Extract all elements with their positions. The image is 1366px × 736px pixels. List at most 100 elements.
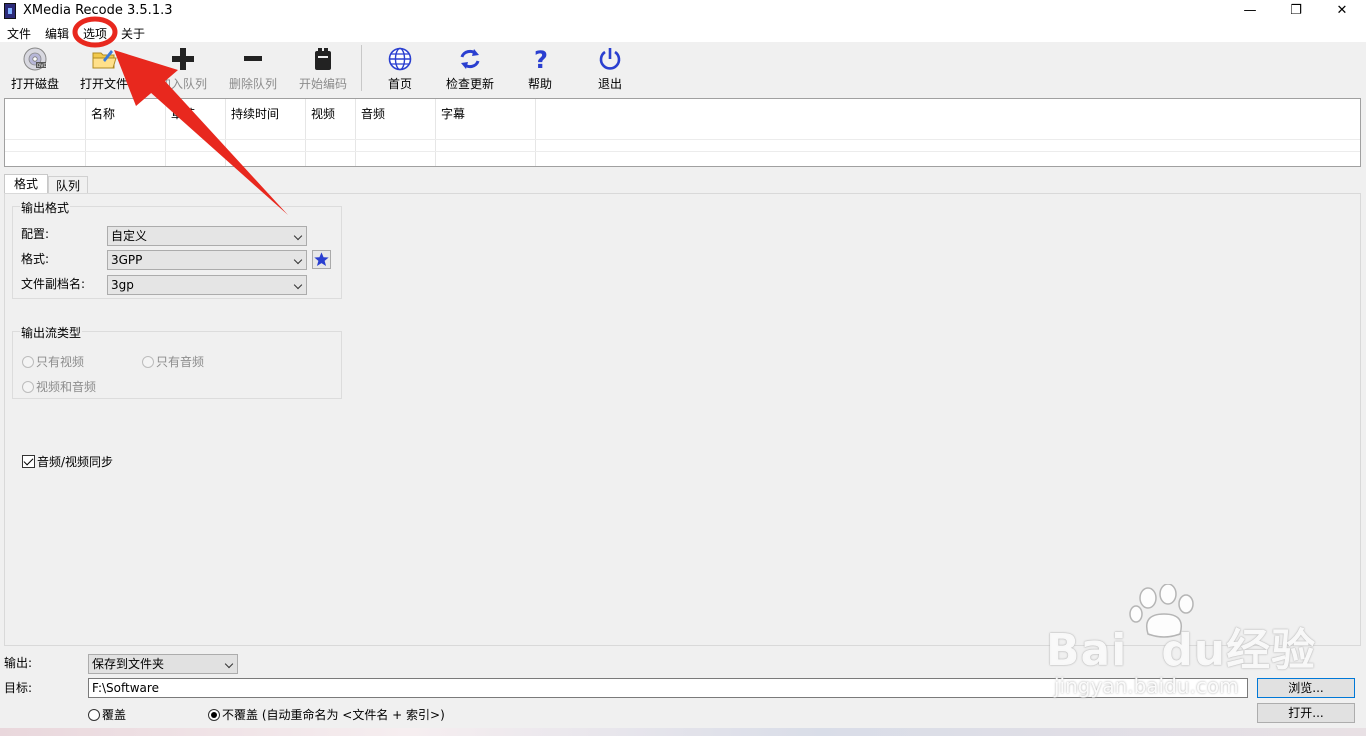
add-to-queue-button[interactable]: 加入队列 (148, 43, 218, 93)
chevron-down-icon (224, 659, 234, 669)
maximize-button[interactable]: ❐ (1273, 0, 1319, 22)
minus-icon (244, 56, 262, 61)
no-overwrite-label: 不覆盖 (自动重命名为 <文件名 + 索引>) (222, 708, 445, 722)
add-to-queue-label: 加入队列 (158, 77, 207, 91)
video-only-label: 只有视频 (36, 355, 85, 369)
output-label: 输出: (4, 656, 33, 670)
list-row-divider (5, 139, 1360, 140)
menu-edit[interactable]: 编辑 (45, 25, 69, 42)
watermark-chinese: 经验 (1226, 625, 1317, 676)
target-label: 目标: (4, 681, 33, 695)
encode-icon (315, 48, 331, 70)
column-header-name: 名称 (91, 107, 116, 121)
format-value: 3GPP (111, 253, 143, 267)
help-label: 帮助 (527, 77, 552, 91)
homepage-button[interactable]: 首页 (365, 43, 435, 93)
profile-label: 配置: (21, 227, 50, 241)
column-chapters[interactable]: 章节 (166, 99, 226, 166)
window-title: XMedia Recode 3.5.1.3 (23, 3, 173, 18)
xmedia-recode-window: XMedia Recode 3.5.1.3 — ❐ ✕ 文件 编辑 选项 关于 … (0, 0, 1366, 736)
start-encode-label: 开始编码 (298, 77, 347, 91)
column-header-duration: 持续时间 (231, 107, 280, 121)
list-row-divider (5, 151, 1360, 152)
file-list[interactable]: 名称 章节 持续时间 视频 音频 字幕 (4, 98, 1361, 167)
radio-circle (22, 381, 34, 393)
toolbar-separator (361, 45, 362, 91)
minimize-button[interactable]: — (1227, 0, 1273, 22)
open-file-label: 打开文件 (79, 77, 128, 91)
overwrite-label: 覆盖 (102, 708, 127, 722)
globe-icon (388, 47, 412, 71)
help-button[interactable]: ? 帮助 (505, 43, 575, 93)
remove-from-queue-button[interactable]: 删除队列 (218, 43, 288, 93)
watermark-url: jingyan.baidu.com (1054, 674, 1239, 698)
av-sync-checkbox[interactable]: 音频/视频同步 (22, 453, 113, 470)
radio-circle (22, 356, 34, 368)
output-mode-value: 保存到文件夹 (92, 657, 165, 671)
svg-text:DVD: DVD (37, 63, 47, 69)
format-select[interactable]: 3GPP (107, 250, 307, 270)
menu-about[interactable]: 关于 (121, 25, 145, 42)
column-name[interactable]: 名称 (86, 99, 166, 166)
column-header-video: 视频 (311, 107, 336, 121)
title-bar: XMedia Recode 3.5.1.3 — ❐ ✕ (0, 0, 1366, 22)
favorite-format-button[interactable] (312, 250, 331, 269)
open-folder-icon (92, 50, 117, 69)
extension-label: 文件副档名: (21, 277, 86, 291)
menu-file[interactable]: 文件 (7, 25, 31, 42)
open-file-button[interactable]: 打开文件 (69, 43, 139, 93)
radio-circle (142, 356, 154, 368)
video-and-audio-radio[interactable]: 视频和音频 (22, 378, 96, 395)
dvd-disc-icon: DVD (23, 47, 47, 71)
remove-from-queue-label: 删除队列 (228, 77, 277, 91)
output-format-title: 输出格式 (20, 199, 71, 216)
svg-text:?: ? (534, 47, 548, 71)
no-overwrite-radio[interactable]: 不覆盖 (自动重命名为 <文件名 + 索引>) (208, 706, 445, 723)
chevron-down-icon (293, 255, 303, 265)
close-button[interactable]: ✕ (1319, 0, 1365, 22)
open-button[interactable]: 打开... (1257, 703, 1355, 723)
profile-select[interactable]: 自定义 (107, 226, 307, 246)
format-label: 格式: (21, 252, 50, 266)
refresh-icon (460, 49, 480, 69)
column-subtitles[interactable]: 字幕 (436, 99, 536, 166)
column-audio[interactable]: 音频 (356, 99, 436, 166)
plus-icon (172, 48, 194, 70)
column-video[interactable]: 视频 (306, 99, 356, 166)
column-header-chapters: 章节 (171, 107, 196, 121)
open-disc-button[interactable]: DVD 打开磁盘 (0, 43, 70, 93)
audio-only-radio[interactable]: 只有音频 (142, 353, 204, 370)
menu-options[interactable]: 选项 (83, 25, 107, 42)
browse-button[interactable]: 浏览... (1257, 678, 1355, 698)
checkbox-checked-icon (22, 455, 35, 468)
tab-queue[interactable]: 队列 (48, 176, 88, 194)
video-only-radio[interactable]: 只有视频 (22, 353, 84, 370)
column-index (5, 99, 86, 166)
radio-circle (88, 709, 100, 721)
toolbar: DVD 打开磁盘 打开文件 加入队列 删除队列 开始编码 首页 检查更新 ? 帮… (0, 43, 1366, 95)
watermark-brand: Bai (1046, 625, 1128, 676)
chevron-down-icon (293, 280, 303, 290)
stream-type-title: 输出流类型 (20, 324, 83, 341)
extension-select[interactable]: 3gp (107, 275, 307, 295)
radio-selected-circle (208, 709, 220, 721)
help-icon: ? (534, 47, 548, 71)
film-app-icon (4, 3, 16, 19)
menu-bar: 文件 编辑 选项 关于 (0, 22, 1366, 42)
check-update-button[interactable]: 检查更新 (435, 43, 505, 93)
exit-label: 退出 (597, 77, 622, 91)
start-encode-button[interactable]: 开始编码 (288, 43, 358, 93)
av-sync-label: 音频/视频同步 (37, 455, 114, 469)
watermark-logo: Bai du经验 (1046, 614, 1316, 678)
overwrite-radio[interactable]: 覆盖 (88, 706, 126, 723)
tab-format[interactable]: 格式 (4, 174, 48, 194)
taskbar-strip (0, 728, 1366, 736)
watermark-brand-du: du (1161, 625, 1227, 676)
power-icon (599, 48, 621, 70)
output-mode-select[interactable]: 保存到文件夹 (88, 654, 238, 674)
exit-button[interactable]: 退出 (575, 43, 645, 93)
column-header-subtitles: 字幕 (441, 107, 466, 121)
open-disc-label: 打开磁盘 (10, 77, 59, 91)
column-duration[interactable]: 持续时间 (226, 99, 306, 166)
extension-value: 3gp (111, 278, 134, 292)
